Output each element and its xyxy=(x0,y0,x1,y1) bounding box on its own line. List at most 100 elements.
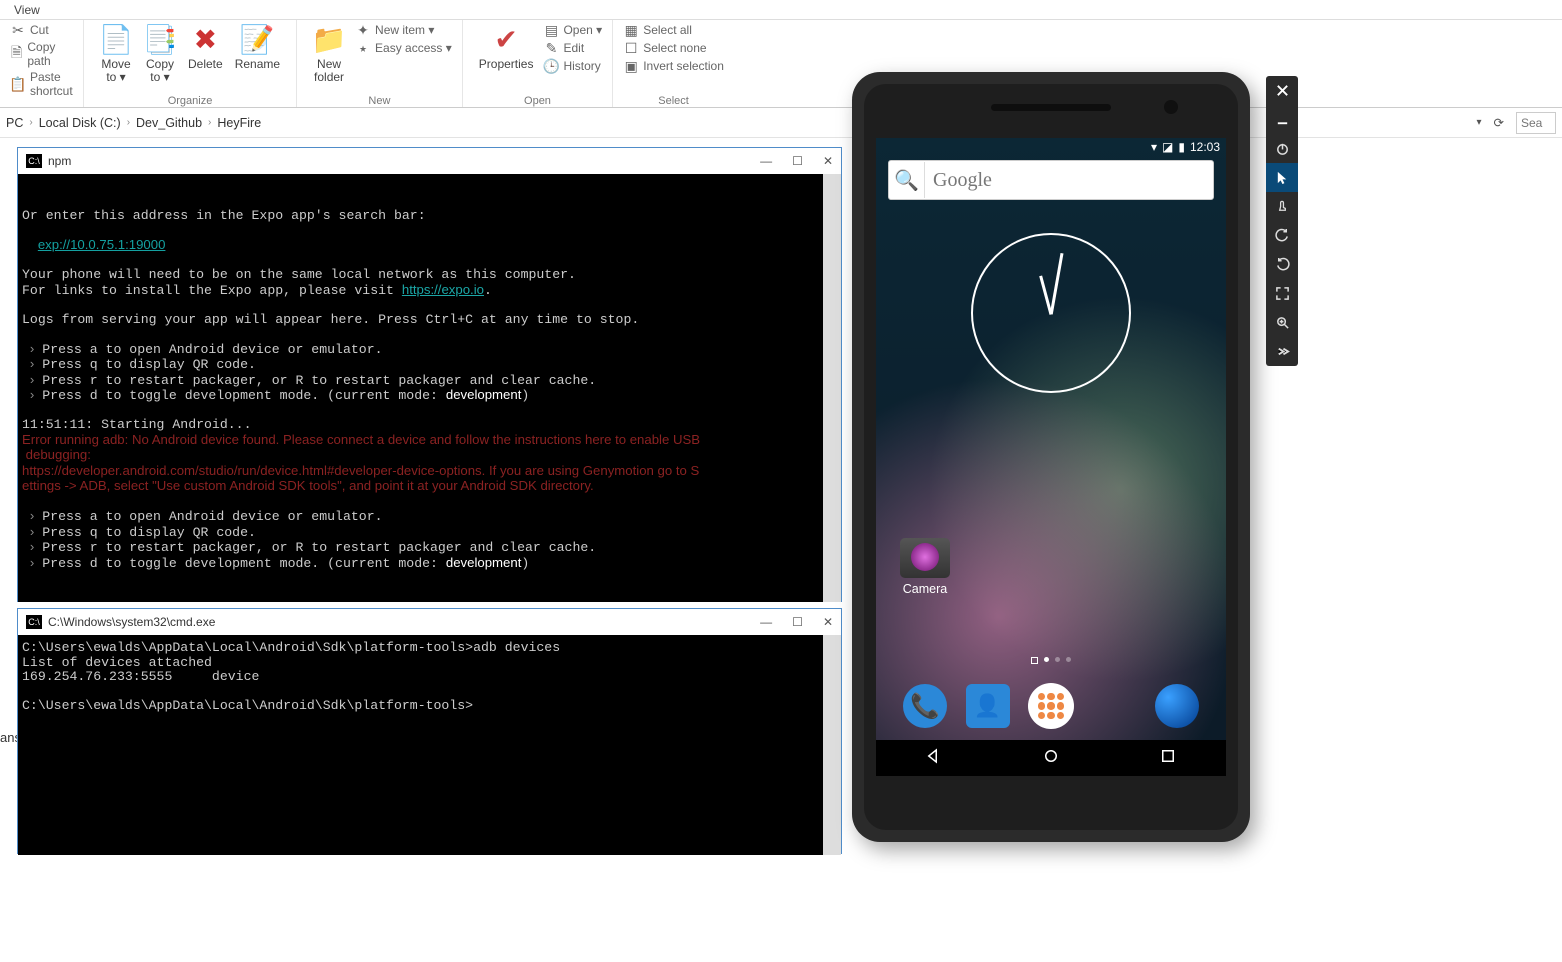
select-none-button[interactable]: ☐Select none xyxy=(623,40,724,56)
edit-icon: ✎ xyxy=(543,40,559,56)
open-button[interactable]: ▤Open ▾ xyxy=(543,22,602,38)
search-input[interactable] xyxy=(1516,112,1556,134)
camera-app-shortcut[interactable]: Camera xyxy=(900,538,950,596)
google-placeholder: Google xyxy=(925,169,992,192)
phone-icon: 📞 xyxy=(910,692,940,721)
copy-to-button[interactable]: 📑Copy to ▾ xyxy=(138,22,182,86)
breadcrumb-pc[interactable]: PC xyxy=(6,116,23,130)
front-camera-dot xyxy=(1164,100,1178,114)
more-button[interactable] xyxy=(1266,337,1298,366)
status-time: 12:03 xyxy=(1190,140,1220,154)
ribbon-tab-view[interactable]: View xyxy=(14,3,40,17)
rename-button[interactable]: 📝Rename xyxy=(229,22,286,73)
phone-app[interactable]: 📞 xyxy=(903,684,947,728)
camera-label: Camera xyxy=(900,582,950,596)
browser-app[interactable] xyxy=(1155,684,1199,728)
easy-access-icon: ⭑ xyxy=(355,40,371,56)
group-new-label: New xyxy=(297,95,462,107)
android-status-bar: ▾ ◪ ▮ 12:03 xyxy=(1151,138,1220,156)
delete-icon: ✖ xyxy=(189,24,221,56)
chevron-right-icon: › xyxy=(127,117,130,128)
close-button[interactable]: ✕ xyxy=(823,615,833,629)
power-button[interactable] xyxy=(1266,134,1298,163)
select-all-button[interactable]: ▦Select all xyxy=(623,22,724,38)
paste-shortcut-icon: 📋 xyxy=(10,76,26,92)
back-button[interactable] xyxy=(925,747,943,770)
breadcrumb-dev[interactable]: Dev_Github xyxy=(136,116,202,130)
paste-shortcut-button[interactable]: 📋Paste shortcut xyxy=(10,70,73,98)
history-icon: 🕒 xyxy=(543,58,559,74)
wifi-icon: ▾ xyxy=(1151,140,1157,154)
maximize-button[interactable]: ☐ xyxy=(792,154,803,168)
rotate-ccw-button[interactable] xyxy=(1266,221,1298,250)
minimize-emulator-button[interactable] xyxy=(1266,105,1298,134)
invert-selection-icon: ▣ xyxy=(623,58,639,74)
search-icon: 🔍 xyxy=(889,162,925,198)
touch-mode-button[interactable] xyxy=(1266,192,1298,221)
terminal-output[interactable]: C:\Users\ewalds\AppData\Local\Android\Sd… xyxy=(18,635,823,855)
chevron-right-icon: › xyxy=(29,117,32,128)
new-item-icon: ✦ xyxy=(355,22,371,38)
window-title: C:\Windows\system32\cmd.exe xyxy=(48,615,215,629)
open-icon: ▤ xyxy=(543,22,559,38)
cut-button[interactable]: ✂Cut xyxy=(10,22,73,38)
minimize-button[interactable]: — xyxy=(760,615,772,629)
dropdown-chevron-icon[interactable]: ▾ xyxy=(1476,117,1481,128)
emulator-toolbar xyxy=(1266,76,1298,366)
npm-terminal-window[interactable]: C:\ npm — ☐ ✕ Or enter this address in the … xyxy=(17,147,842,602)
move-to-button[interactable]: 📄Move to ▾ xyxy=(94,22,138,86)
scrollbar[interactable] xyxy=(823,635,841,855)
properties-button[interactable]: ✔Properties xyxy=(473,22,540,73)
contacts-app[interactable]: 👤 xyxy=(966,684,1010,728)
close-button[interactable]: ✕ xyxy=(823,154,833,168)
android-nav-bar xyxy=(876,740,1226,776)
cmd-icon: C:\ xyxy=(26,154,42,168)
page-dot xyxy=(1044,657,1049,662)
zoom-button[interactable] xyxy=(1266,308,1298,337)
history-button[interactable]: 🕒History xyxy=(543,58,602,74)
recents-button[interactable] xyxy=(1159,747,1177,770)
minimize-button[interactable]: — xyxy=(760,154,772,168)
camera-icon xyxy=(900,538,950,578)
edit-button[interactable]: ✎Edit xyxy=(543,40,602,56)
breadcrumb-folder[interactable]: HeyFire xyxy=(217,116,261,130)
delete-button[interactable]: ✖Delete xyxy=(182,22,229,73)
analog-clock-widget[interactable] xyxy=(971,233,1131,393)
refresh-icon[interactable]: ⟳ xyxy=(1494,115,1504,130)
home-button[interactable] xyxy=(1042,747,1060,770)
scissors-icon: ✂ xyxy=(10,22,26,38)
apps-grid-icon xyxy=(1038,693,1064,719)
close-emulator-button[interactable] xyxy=(1266,76,1298,105)
easy-access-button[interactable]: ⭑Easy access ▾ xyxy=(355,40,452,56)
cursor-mode-button[interactable] xyxy=(1266,163,1298,192)
copy-to-icon: 📑 xyxy=(144,24,176,56)
copy-path-icon: 🗎 xyxy=(10,46,23,62)
new-folder-icon: 📁 xyxy=(313,24,345,56)
rotate-cw-button[interactable] xyxy=(1266,250,1298,279)
battery-icon: ▮ xyxy=(1178,140,1185,154)
page-dot xyxy=(1055,657,1060,662)
scrollbar[interactable] xyxy=(823,174,841,602)
google-search-widget[interactable]: 🔍 Google xyxy=(888,160,1214,200)
maximize-button[interactable]: ☐ xyxy=(792,615,803,629)
chevron-right-icon: › xyxy=(208,117,211,128)
terminal-output[interactable]: Or enter this address in the Expo app's … xyxy=(18,174,823,602)
android-emulator[interactable]: ▾ ◪ ▮ 12:03 🔍 Google Camera xyxy=(852,72,1250,842)
breadcrumb-c[interactable]: Local Disk (C:) xyxy=(39,116,121,130)
window-title: npm xyxy=(48,154,71,168)
all-apps-button[interactable] xyxy=(1028,683,1074,729)
app-dock: 📞 👤 xyxy=(876,676,1226,736)
invert-selection-button[interactable]: ▣Invert selection xyxy=(623,58,724,74)
copy-path-button[interactable]: 🗎Copy path xyxy=(10,40,73,68)
group-organize-label: Organize xyxy=(84,95,296,107)
cmd-terminal-window[interactable]: C:\ C:\Windows\system32\cmd.exe — ☐ ✕ C:\Us… xyxy=(17,608,842,854)
new-folder-button[interactable]: 📁New folder xyxy=(307,22,351,86)
breadcrumb[interactable]: PC › Local Disk (C:) › Dev_Github › HeyFire xyxy=(6,116,261,130)
ribbon: ✂Cut 🗎Copy path 📋Paste shortcut 📄Move to… xyxy=(0,20,1562,108)
emulator-screen[interactable]: ▾ ◪ ▮ 12:03 🔍 Google Camera xyxy=(876,138,1226,776)
new-item-button[interactable]: ✦New item ▾ xyxy=(355,22,452,38)
no-sim-icon: ◪ xyxy=(1162,140,1173,154)
fullscreen-button[interactable] xyxy=(1266,279,1298,308)
cmd-icon: C:\ xyxy=(26,615,42,629)
properties-icon: ✔ xyxy=(490,24,522,56)
